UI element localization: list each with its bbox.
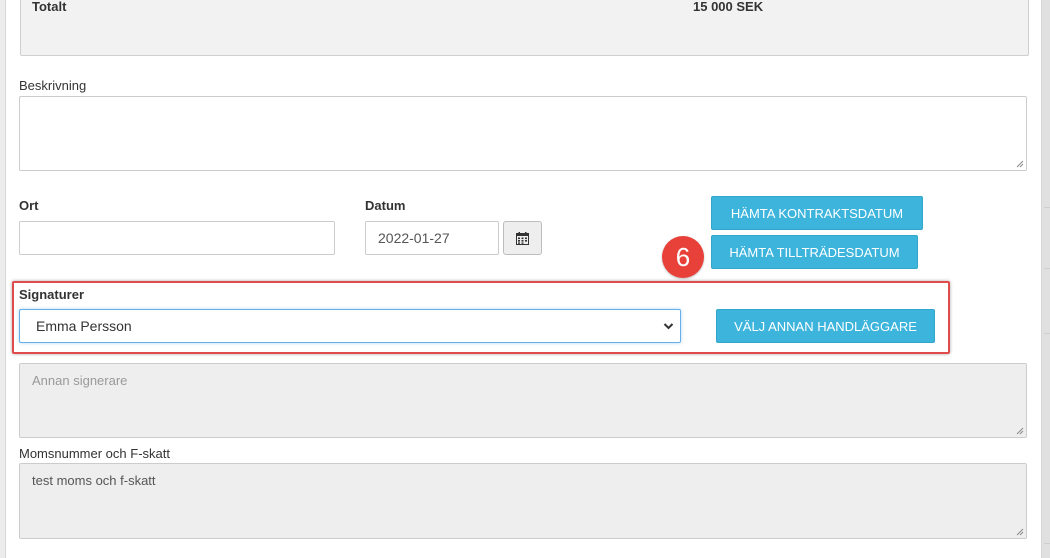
total-value: 15 000 SEK [693, 0, 764, 14]
resize-handle-icon[interactable] [1016, 160, 1024, 168]
backdrop-line [1044, 333, 1050, 334]
description-label: Beskrivning [19, 78, 87, 93]
other-signer-placeholder: Annan signerare [32, 373, 128, 388]
ort-label: Ort [19, 198, 39, 213]
description-textarea[interactable] [19, 96, 1027, 171]
backdrop-line [1044, 268, 1050, 269]
backdrop-line [1044, 207, 1050, 208]
backdrop-line [1044, 543, 1050, 544]
step-number-badge: 6 [662, 236, 704, 278]
datum-label: Datum [365, 198, 406, 213]
ort-input[interactable] [19, 221, 335, 255]
signatures-label: Signaturer [19, 287, 85, 302]
choose-other-handler-button[interactable]: VÄLJ ANNAN HANDLÄGGARE [716, 309, 935, 343]
fetch-contract-date-button[interactable]: HÄMTA KONTRAKTSDATUM [711, 196, 923, 230]
other-signer-textarea[interactable]: Annan signerare [19, 363, 1027, 438]
signatures-selected-value: Emma Persson [36, 318, 132, 334]
vat-textarea[interactable]: test moms och f-skatt [19, 463, 1027, 539]
vat-label: Momsnummer och F-skatt [19, 446, 170, 461]
vat-text: test moms och f-skatt [32, 473, 156, 488]
calendar-icon [516, 231, 529, 245]
resize-handle-icon[interactable] [1016, 528, 1024, 536]
resize-handle-icon[interactable] [1016, 427, 1024, 435]
chevron-down-icon [663, 323, 674, 330]
total-label: Totalt [32, 0, 67, 14]
datepicker-button[interactable] [503, 221, 542, 255]
total-summary-box: Totalt 15 000 SEK [20, 0, 1029, 56]
fetch-access-date-button[interactable]: HÄMTA TILLTRÄDESDATUM [711, 235, 918, 269]
datum-input[interactable]: 2022-01-27 [365, 221, 499, 255]
signatures-select[interactable]: Emma Persson [19, 309, 681, 343]
